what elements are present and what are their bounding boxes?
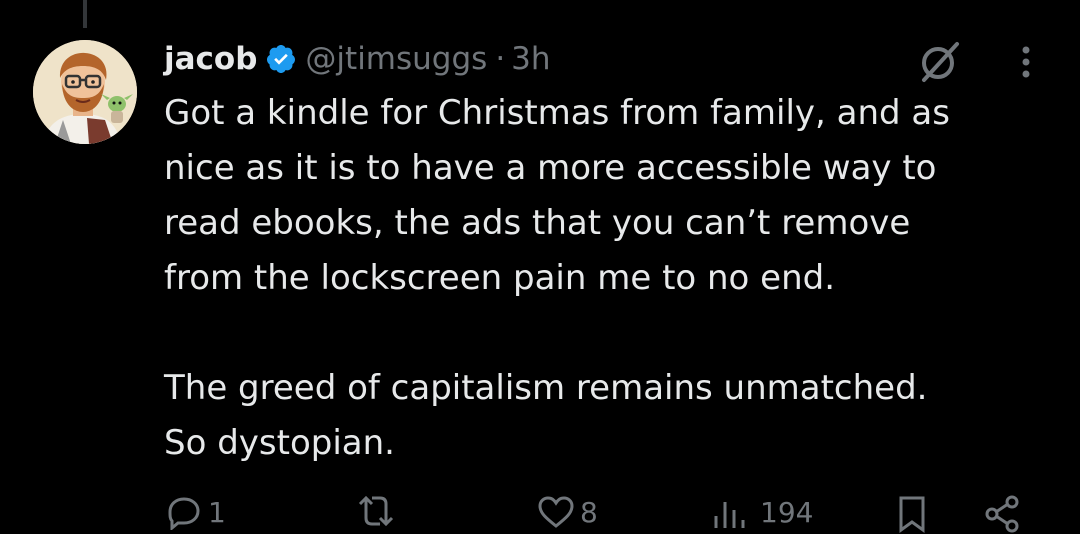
bookmark-button[interactable] [894,494,934,534]
separator-dot: · [495,41,506,77]
repost-button[interactable] [354,494,402,530]
timestamp[interactable]: 3h [511,41,550,77]
heart-icon [538,496,574,528]
tweet-body-text: Got a kindle for Christmas from family, … [164,93,950,463]
like-count: 8 [580,495,598,529]
grok-icon[interactable] [917,38,963,84]
more-vertical-icon[interactable] [1012,42,1040,82]
bookmark-icon [899,496,925,533]
thread-connector-line [83,0,87,28]
share-icon [985,495,1019,533]
display-name[interactable]: jacob [164,41,257,77]
reply-button[interactable]: 1 [164,494,226,530]
like-button[interactable]: 8 [536,494,598,530]
view-count: 194 [760,495,814,529]
tweet-action-bar: 1 8 194 [164,494,1044,534]
avatar-illustration [33,40,137,144]
views-button[interactable]: 194 [708,494,813,530]
share-button[interactable] [982,494,1026,534]
reply-icon [168,497,200,530]
views-icon [714,502,745,528]
user-handle[interactable]: @jtimsuggs [305,41,487,77]
repost-icon [358,495,394,527]
verified-badge-icon [265,43,297,75]
reply-count: 1 [208,495,226,529]
avatar[interactable] [33,40,137,144]
